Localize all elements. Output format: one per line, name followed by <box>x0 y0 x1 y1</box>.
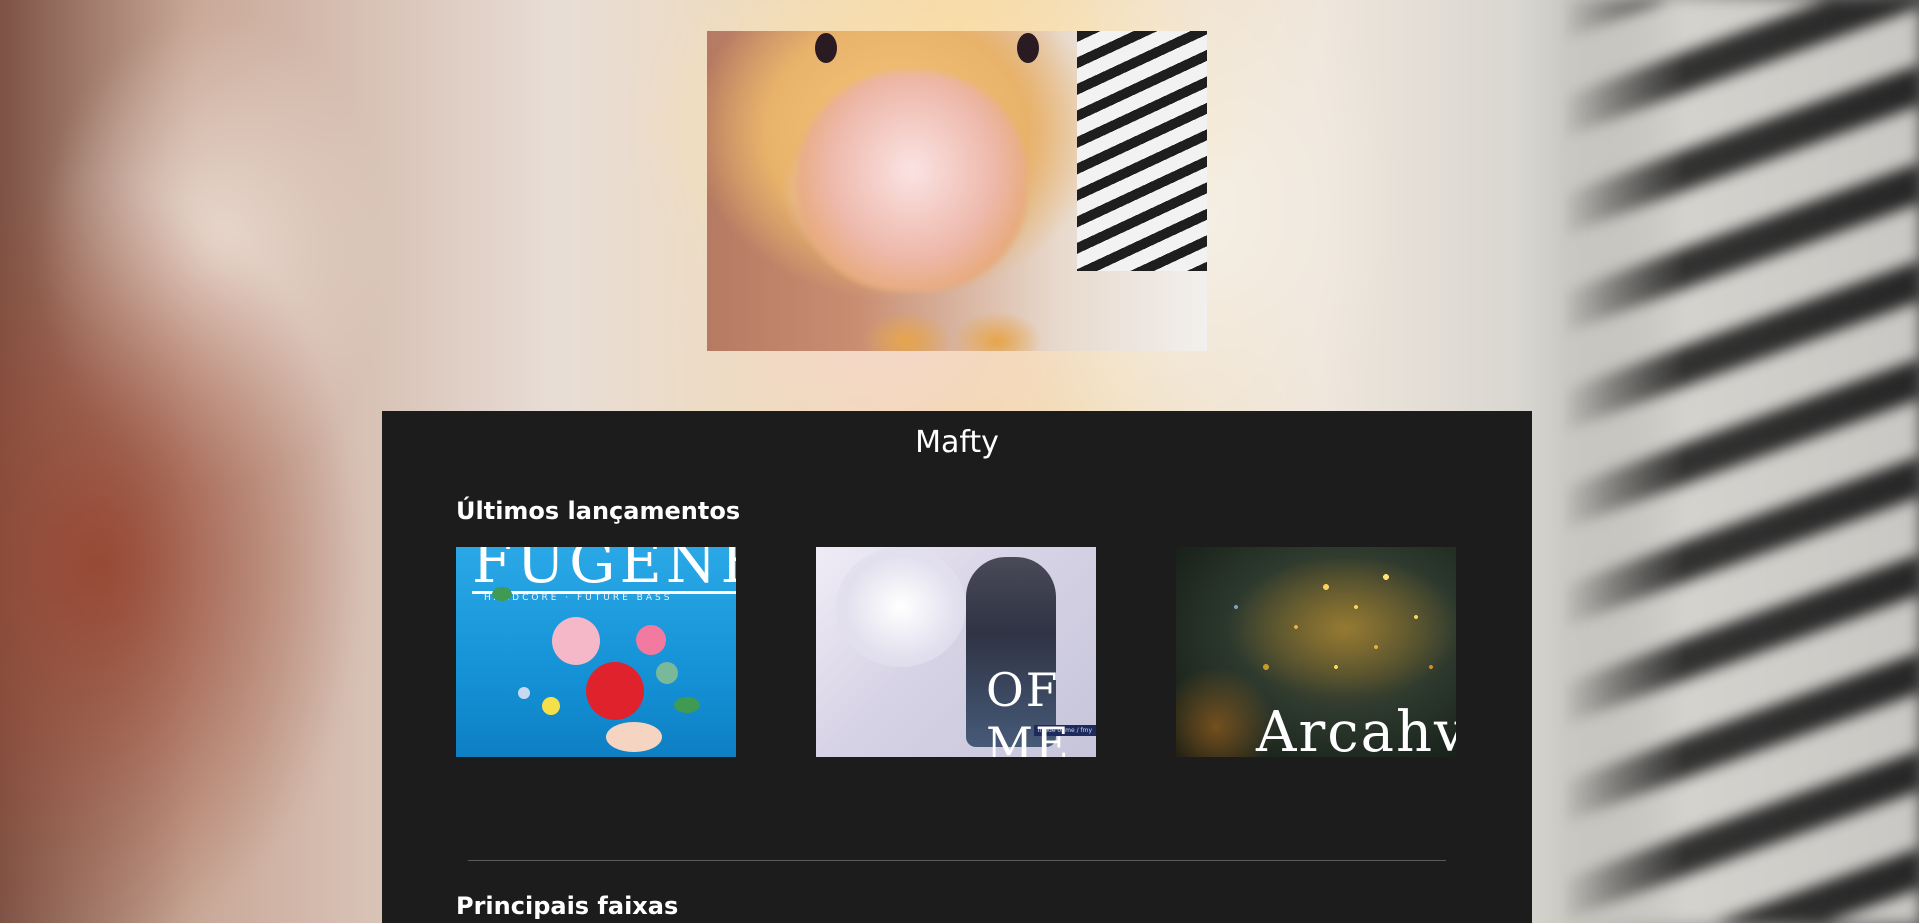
cover-2-white-hair-figure <box>836 547 966 667</box>
release-cover-1-subtitle: HARDCORE · FUTURE BASS <box>484 593 673 603</box>
cover-1-ball-blue <box>518 687 530 699</box>
image-eye-left <box>815 33 837 63</box>
artist-profile-image <box>707 31 1207 351</box>
artist-content-panel: Mafty Últimos lançamentos FUGENE HARDCOR… <box>382 411 1532 923</box>
release-cover-1[interactable]: FUGENE HARDCORE · FUTURE BASS <box>456 547 736 757</box>
image-stripes <box>1077 31 1207 271</box>
artist-name: Mafty <box>915 425 999 460</box>
cover-1-leaf-2 <box>674 697 700 713</box>
release-cover-1-title: FUGENE <box>472 547 736 594</box>
release-cover-2-title: OF ME <box>986 663 1071 757</box>
cover-1-macaron-cream <box>606 722 662 752</box>
release-cover-2[interactable]: Inside of me / fmy OF ME <box>816 547 1096 757</box>
release-cover-3[interactable]: Arcahv <box>1176 547 1456 757</box>
cover-1-ball-green <box>656 662 678 684</box>
background-stripes <box>1559 0 1919 923</box>
artist-page: Mafty Últimos lançamentos FUGENE HARDCOR… <box>0 0 1919 923</box>
cover-1-macaron-pink <box>552 617 600 665</box>
image-eye-right <box>1017 33 1039 63</box>
cover-1-macaron-red <box>586 662 644 720</box>
cover-1-leaf <box>492 587 512 601</box>
cover-1-ball-pink <box>636 625 666 655</box>
image-duck-beak <box>797 71 1027 291</box>
release-cover-3-title: Arcahv <box>1256 700 1456 757</box>
image-feet <box>857 311 1057 351</box>
top-tracks-heading: Principais faixas <box>456 892 679 920</box>
section-divider <box>468 860 1446 861</box>
cover-1-ball-yellow <box>542 697 560 715</box>
latest-releases-heading: Últimos lançamentos <box>456 497 741 525</box>
